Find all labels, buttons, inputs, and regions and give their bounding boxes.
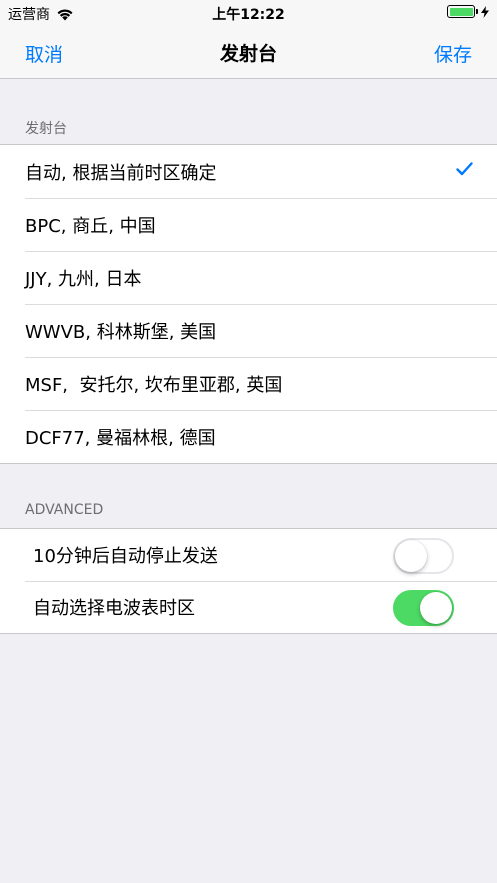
advanced-section-header: ADVANCED <box>25 502 104 518</box>
station-label: MSF, 安托尔, 坎布里亚郡, 英国 <box>25 374 283 396</box>
auto-stop-row: 10分钟后自动停止发送 <box>0 529 497 581</box>
auto-timezone-row: 自动选择电波表时区 <box>0 581 497 633</box>
bolt-icon <box>481 5 489 18</box>
station-label: DCF77, 曼福林根, 德国 <box>25 427 216 449</box>
station-label: WWVB, 科林斯堡, 美国 <box>25 321 217 343</box>
station-row-msf[interactable]: MSF, 安托尔, 坎布里亚郡, 英国 <box>0 357 497 410</box>
stations-section-header: 发射台 <box>25 121 67 137</box>
battery-fill <box>449 7 473 16</box>
status-bar: 运营商 上午12:22 <box>0 0 497 26</box>
status-time: 上午12:22 <box>212 7 285 23</box>
station-row-auto[interactable]: 自动, 根据当前时区确定 <box>0 145 497 198</box>
page-title: 发射台 <box>219 43 277 65</box>
check-icon <box>456 162 473 176</box>
auto-stop-toggle[interactable] <box>393 538 454 574</box>
battery-tip <box>476 9 478 14</box>
auto-stop-label: 10分钟后自动停止发送 <box>33 546 218 567</box>
battery-icon <box>447 5 489 18</box>
toggle-knob <box>420 592 452 624</box>
toggle-knob <box>395 540 427 572</box>
station-row-wwvb[interactable]: WWVB, 科林斯堡, 美国 <box>0 304 497 357</box>
auto-timezone-label: 自动选择电波表时区 <box>33 598 195 619</box>
auto-timezone-toggle[interactable] <box>393 590 454 626</box>
stations-list: 自动, 根据当前时区确定 BPC, 商丘, 中国 JJY, 九州, 日本 WWV… <box>0 144 497 464</box>
battery-body <box>447 5 475 18</box>
station-row-bpc[interactable]: BPC, 商丘, 中国 <box>0 198 497 251</box>
station-row-jjy[interactable]: JJY, 九州, 日本 <box>0 251 497 304</box>
station-label: BPC, 商丘, 中国 <box>25 215 156 237</box>
save-button[interactable]: 保存 <box>434 40 472 67</box>
station-row-dcf77[interactable]: DCF77, 曼福林根, 德国 <box>0 410 497 463</box>
advanced-list: 10分钟后自动停止发送 自动选择电波表时区 <box>0 528 497 634</box>
station-label: JJY, 九州, 日本 <box>25 268 142 290</box>
navigation-bar: 取消 发射台 保存 <box>0 26 497 79</box>
station-label: 自动, 根据当前时区确定 <box>25 162 217 184</box>
